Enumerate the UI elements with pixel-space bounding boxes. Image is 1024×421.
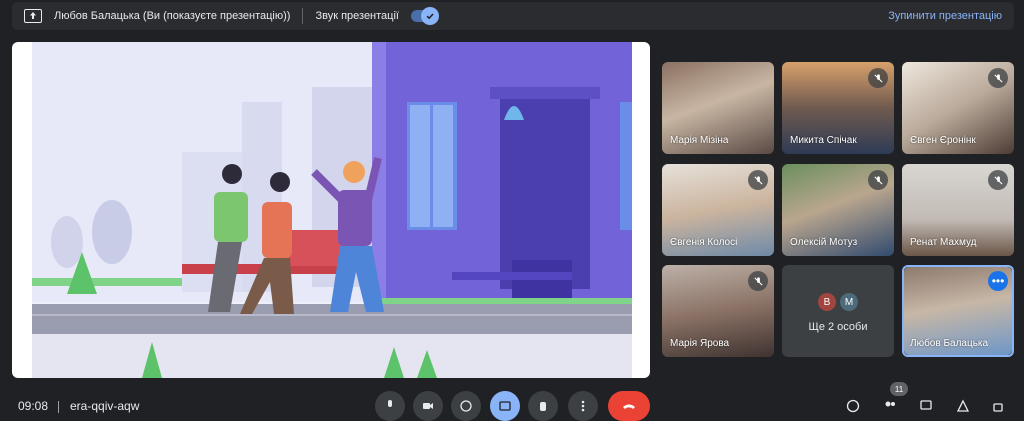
mic-off-icon bbox=[748, 271, 768, 291]
mic-off-icon bbox=[748, 170, 768, 190]
host-controls-icon[interactable] bbox=[990, 398, 1006, 414]
raise-hand-button[interactable] bbox=[528, 391, 558, 421]
camera-icon bbox=[423, 403, 433, 409]
divider bbox=[58, 401, 59, 413]
participant-name: Любов Балацька bbox=[910, 338, 989, 349]
avatar: B bbox=[818, 293, 836, 311]
info-icon[interactable] bbox=[845, 398, 861, 414]
more-participants-tile[interactable]: B M Ще 2 особи bbox=[782, 265, 894, 357]
present-now-button[interactable] bbox=[490, 391, 520, 421]
present-screen-icon bbox=[24, 9, 42, 23]
present-icon bbox=[499, 401, 511, 411]
participant-name: Олексій Мотуз bbox=[790, 237, 858, 248]
divider bbox=[302, 8, 304, 24]
more-options-button[interactable] bbox=[568, 391, 598, 421]
presentation-audio-label: Звук презентації bbox=[315, 10, 399, 22]
avatar: M bbox=[840, 293, 858, 311]
participant-name: Ренат Махмуд bbox=[910, 237, 977, 248]
participant-tile[interactable]: Ренат Махмуд bbox=[902, 164, 1014, 256]
participant-name: Микита Спічак bbox=[790, 135, 857, 146]
more-participants-label: Ще 2 особи bbox=[808, 321, 868, 333]
slide-illustration bbox=[32, 42, 632, 378]
participant-name: Євген Єронінк bbox=[910, 135, 976, 146]
more-vert-icon bbox=[581, 400, 585, 412]
stop-presenting-button[interactable]: Зупинити презентацію bbox=[888, 10, 1002, 22]
leave-call-button[interactable] bbox=[608, 391, 650, 421]
meeting-time: 09:08 bbox=[18, 399, 49, 413]
participant-tile[interactable]: Марія Ярова bbox=[662, 265, 774, 357]
meeting-code: era-qqiv-aqw bbox=[70, 399, 140, 413]
check-icon bbox=[420, 7, 439, 25]
participant-tile[interactable]: Микита Спічак bbox=[782, 62, 894, 154]
participant-tile[interactable]: Олексій Мотуз bbox=[782, 164, 894, 256]
participant-name: Євгенія Колосі bbox=[670, 237, 738, 248]
mic-off-icon bbox=[868, 68, 888, 88]
mic-icon bbox=[388, 400, 392, 407]
more-options-icon[interactable]: ••• bbox=[988, 271, 1008, 291]
activities-icon[interactable] bbox=[955, 398, 971, 414]
people-icon[interactable] bbox=[882, 398, 898, 414]
presented-slide bbox=[12, 42, 650, 378]
camera-button[interactable] bbox=[413, 391, 443, 421]
mic-off-icon bbox=[988, 68, 1008, 88]
participant-name: Марія Мізіна bbox=[670, 135, 729, 146]
participant-tile[interactable]: Марія Мізіна bbox=[662, 62, 774, 154]
self-view-tile[interactable]: ••• Любов Балацька bbox=[902, 265, 1014, 357]
mic-off-icon bbox=[988, 170, 1008, 190]
participant-tile[interactable]: Євген Єронінк bbox=[902, 62, 1014, 154]
emoji-icon bbox=[460, 400, 472, 412]
hand-icon bbox=[540, 402, 546, 411]
mic-off-icon bbox=[868, 170, 888, 190]
participant-name: Марія Ярова bbox=[670, 338, 730, 349]
chat-icon[interactable] bbox=[918, 398, 934, 414]
presentation-audio-toggle[interactable] bbox=[410, 7, 439, 25]
avatar-group: B M bbox=[818, 293, 858, 311]
reactions-button[interactable] bbox=[451, 391, 481, 421]
mic-button[interactable] bbox=[375, 391, 405, 421]
presenter-name: Любов Балацька (Ви (показуєте презентаці… bbox=[54, 10, 291, 22]
participant-count-badge: 11 bbox=[890, 382, 908, 396]
participant-tile[interactable]: Євгенія Колосі bbox=[662, 164, 774, 256]
end-call-icon bbox=[623, 404, 635, 409]
presentation-bar: Любов Балацька (Ви (показуєте презентаці… bbox=[12, 2, 1014, 30]
